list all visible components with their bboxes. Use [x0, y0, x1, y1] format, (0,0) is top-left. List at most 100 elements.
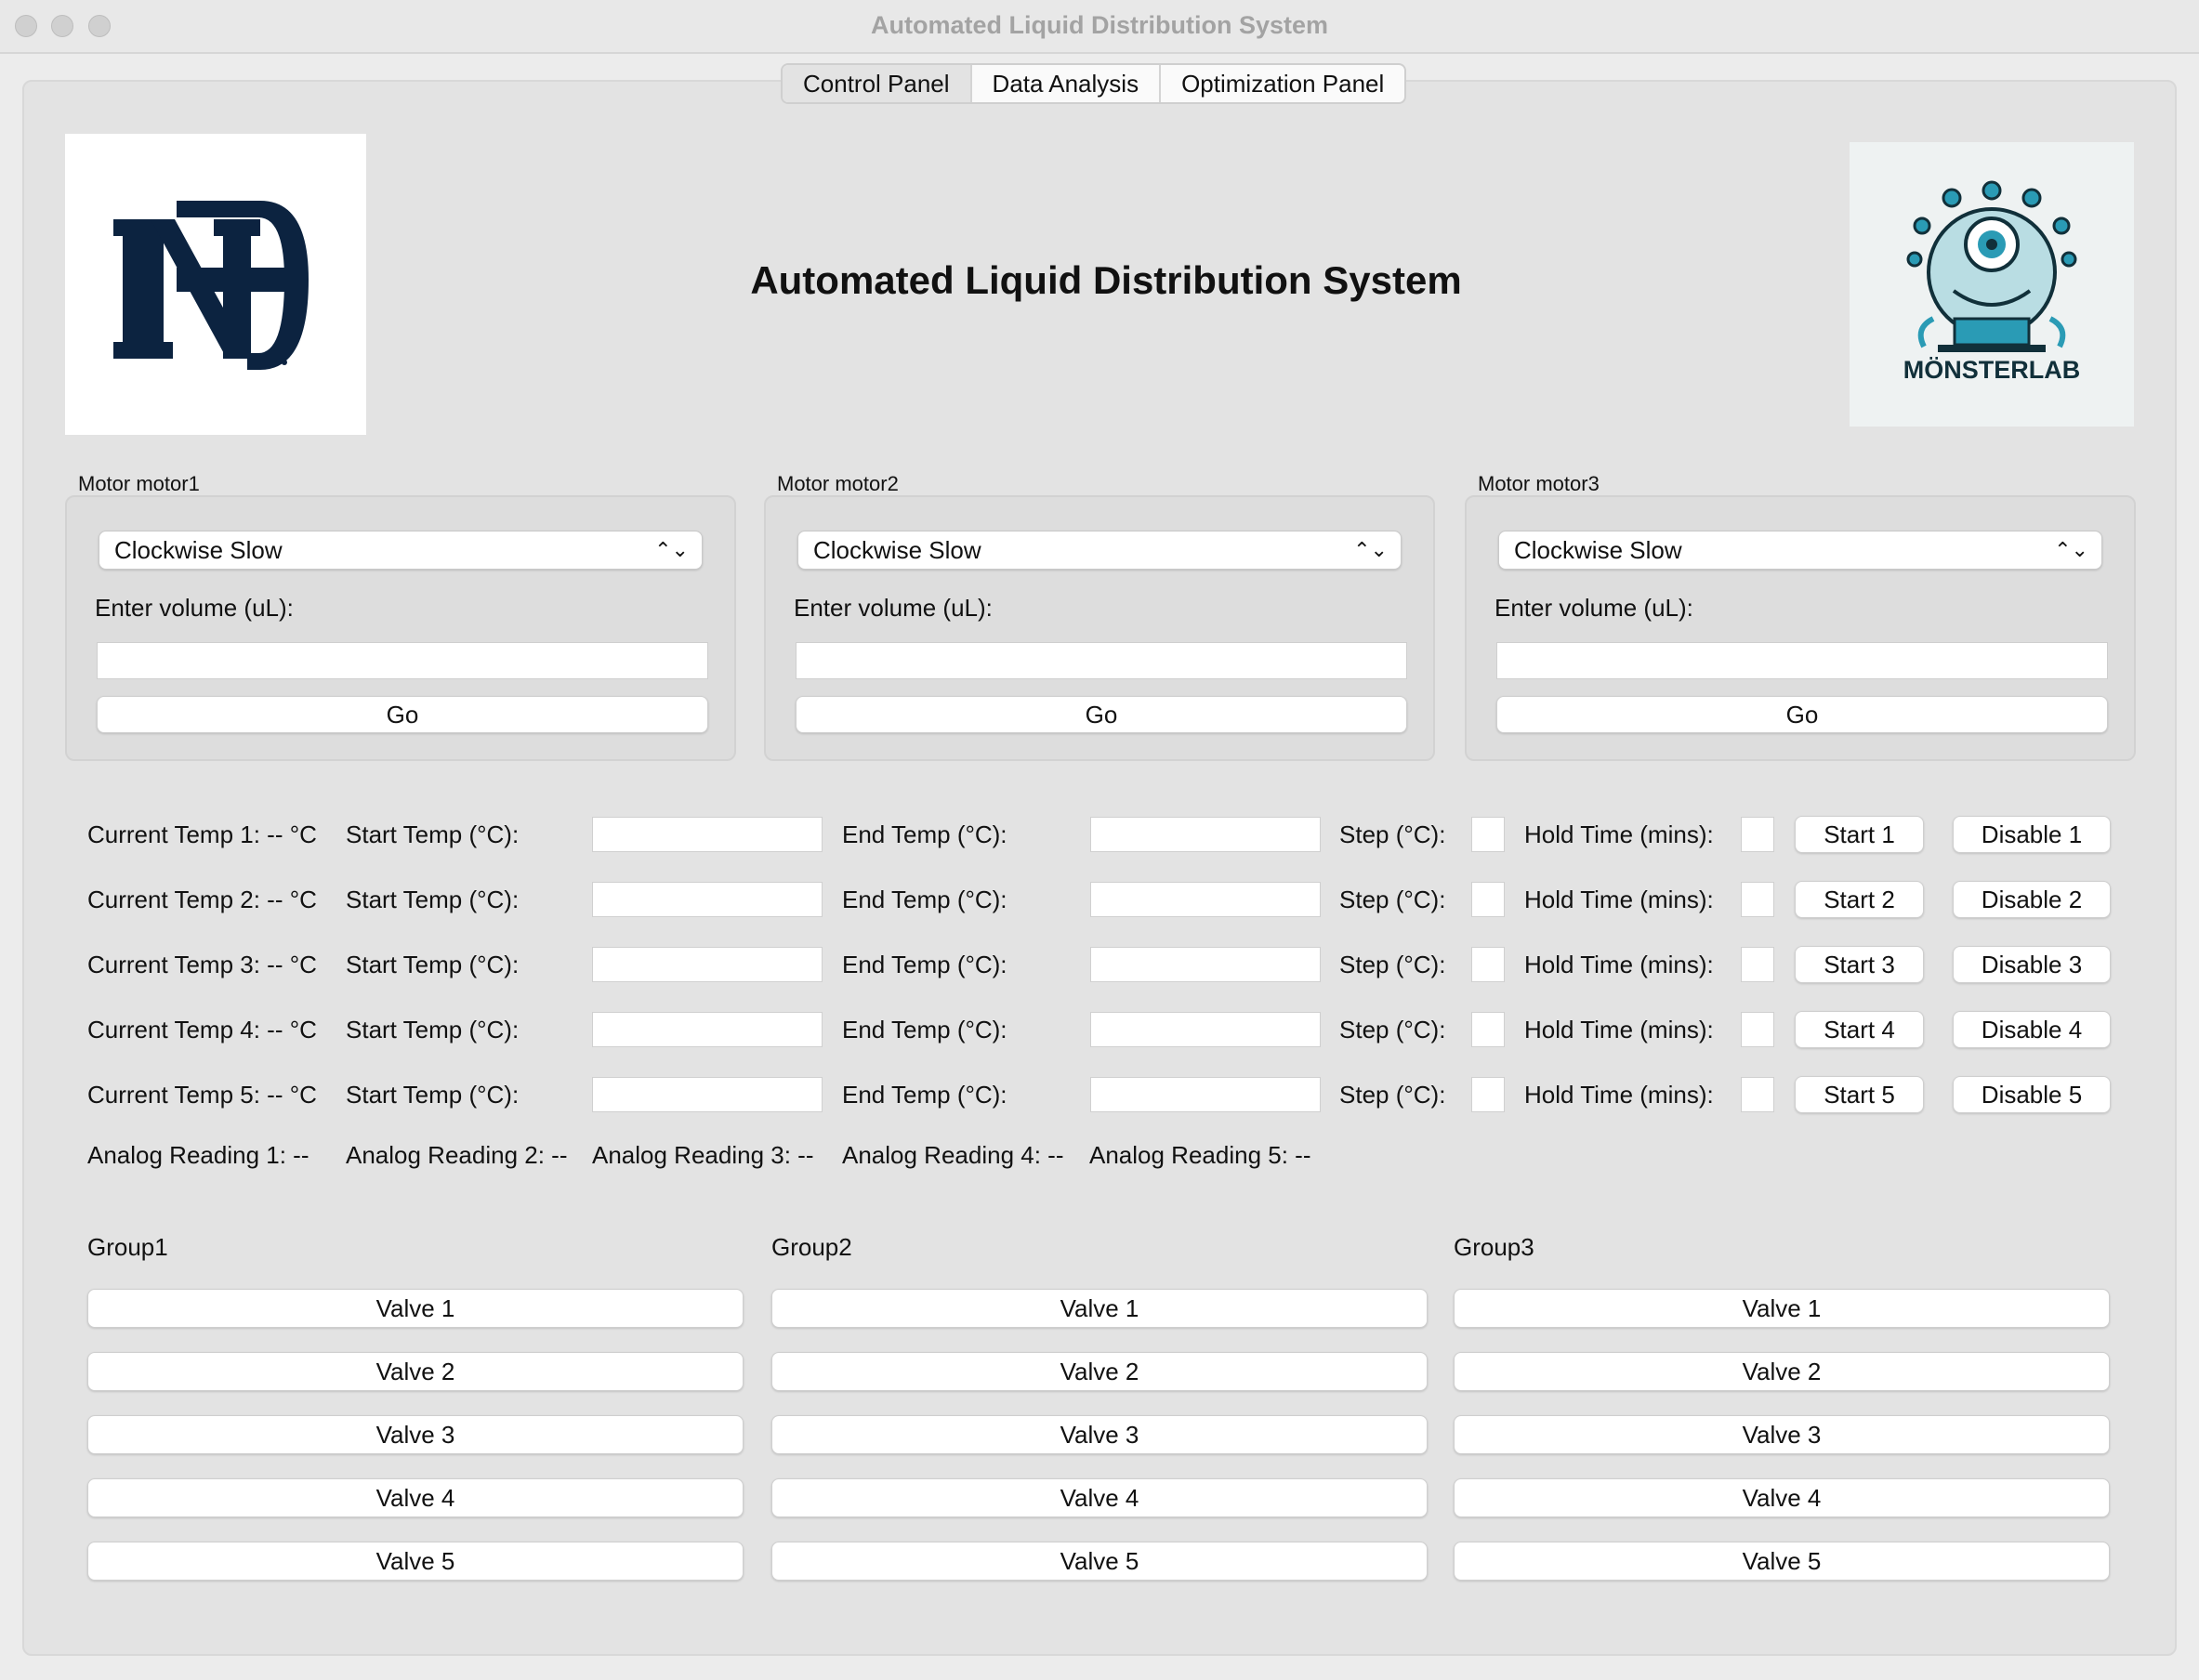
start-temp-input-4[interactable]	[592, 1012, 823, 1047]
group-2-valve-2-button[interactable]: Valve 2	[771, 1352, 1428, 1391]
hold-time-label-5: Hold Time (mins):	[1524, 1081, 1714, 1109]
step-label-5: Step (°C):	[1339, 1081, 1446, 1109]
analog-reading-2: Analog Reading 2: --	[346, 1141, 568, 1169]
motor-3-label: Motor motor3	[1478, 472, 1600, 495]
step-label-3: Step (°C):	[1339, 951, 1446, 978]
motor-3-direction-value: Clockwise Slow	[1514, 536, 1682, 564]
start-button-2[interactable]: Start 2	[1795, 881, 1924, 918]
motor-3-volume-input[interactable]	[1496, 642, 2108, 679]
group-2-label: Group2	[771, 1233, 852, 1261]
step-label-4: Step (°C):	[1339, 1016, 1446, 1043]
group-3-valve-1-button[interactable]: Valve 1	[1454, 1289, 2110, 1328]
start-temp-label-3: Start Temp (°C):	[346, 951, 520, 978]
end-temp-label-5: End Temp (°C):	[842, 1081, 1007, 1109]
start-button-3[interactable]: Start 3	[1795, 946, 1924, 983]
motor-2-group: Clockwise Slow ⌃⌄ Enter volume (uL): Go	[764, 495, 1435, 761]
motor-2-go-button[interactable]: Go	[796, 696, 1407, 733]
motor-2-direction-select[interactable]: Clockwise Slow ⌃⌄	[797, 531, 1402, 570]
end-temp-input-3[interactable]	[1090, 947, 1321, 982]
end-temp-label-1: End Temp (°C):	[842, 820, 1007, 848]
motor-2-volume-label: Enter volume (uL):	[794, 594, 993, 622]
motor-1-volume-input[interactable]	[97, 642, 708, 679]
end-temp-input-5[interactable]	[1090, 1077, 1321, 1112]
start-button-5[interactable]: Start 5	[1795, 1076, 1924, 1113]
start-button-1[interactable]: Start 1	[1795, 816, 1924, 853]
hold-time-input-4[interactable]	[1741, 1012, 1774, 1047]
end-temp-input-1[interactable]	[1090, 817, 1321, 852]
start-temp-input-1[interactable]	[592, 817, 823, 852]
current-temp-2: Current Temp 2: -- °C	[87, 886, 317, 913]
step-input-3[interactable]	[1471, 947, 1505, 982]
group-3-valve-2-button[interactable]: Valve 2	[1454, 1352, 2110, 1391]
disable-button-3[interactable]: Disable 3	[1953, 946, 2111, 983]
motor-1-label: Motor motor1	[78, 472, 200, 495]
step-label-1: Step (°C):	[1339, 820, 1446, 848]
analog-reading-1: Analog Reading 1: --	[87, 1141, 309, 1169]
motor-2-direction-value: Clockwise Slow	[813, 536, 981, 564]
step-input-1[interactable]	[1471, 817, 1505, 852]
end-temp-label-4: End Temp (°C):	[842, 1016, 1007, 1043]
tab-optimization-panel[interactable]: Optimization Panel	[1161, 65, 1404, 102]
hold-time-input-5[interactable]	[1741, 1077, 1774, 1112]
motor-1-direction-value: Clockwise Slow	[114, 536, 283, 564]
motor-1-direction-select[interactable]: Clockwise Slow ⌃⌄	[99, 531, 703, 570]
group-1-valve-3-button[interactable]: Valve 3	[87, 1415, 744, 1454]
end-temp-label-2: End Temp (°C):	[842, 886, 1007, 913]
group-1-valve-4-button[interactable]: Valve 4	[87, 1478, 744, 1517]
start-temp-label-1: Start Temp (°C):	[346, 820, 520, 848]
group-2-valve-4-button[interactable]: Valve 4	[771, 1478, 1428, 1517]
current-temp-4: Current Temp 4: -- °C	[87, 1016, 317, 1043]
motor-3-volume-label: Enter volume (uL):	[1495, 594, 1693, 622]
group-2-valve-5-button[interactable]: Valve 5	[771, 1542, 1428, 1581]
analog-reading-5: Analog Reading 5: --	[1089, 1141, 1311, 1169]
window-title: Automated Liquid Distribution System	[870, 11, 1328, 39]
group-3-label: Group3	[1454, 1233, 1534, 1261]
tab-data-analysis[interactable]: Data Analysis	[972, 65, 1162, 102]
end-temp-input-4[interactable]	[1090, 1012, 1321, 1047]
disable-button-1[interactable]: Disable 1	[1953, 816, 2111, 853]
end-temp-input-2[interactable]	[1090, 882, 1321, 917]
current-temp-5: Current Temp 5: -- °C	[87, 1081, 317, 1109]
start-temp-label-5: Start Temp (°C):	[346, 1081, 520, 1109]
group-3-valve-4-button[interactable]: Valve 4	[1454, 1478, 2110, 1517]
tab-control-panel[interactable]: Control Panel	[783, 65, 972, 102]
start-temp-input-2[interactable]	[592, 882, 823, 917]
hold-time-input-1[interactable]	[1741, 817, 1774, 852]
hold-time-input-3[interactable]	[1741, 947, 1774, 982]
current-temp-3: Current Temp 3: -- °C	[87, 951, 317, 978]
current-temp-1: Current Temp 1: -- °C	[87, 820, 317, 848]
monsterlab-wordmark: MÖNSTERLAB	[1903, 356, 2081, 384]
motor-2-volume-input[interactable]	[796, 642, 1407, 679]
motor-3-go-button[interactable]: Go	[1496, 696, 2108, 733]
hold-time-label-4: Hold Time (mins):	[1524, 1016, 1714, 1043]
step-input-5[interactable]	[1471, 1077, 1505, 1112]
group-2-valve-1-button[interactable]: Valve 1	[771, 1289, 1428, 1328]
analog-reading-3: Analog Reading 3: --	[592, 1141, 814, 1169]
start-temp-input-3[interactable]	[592, 947, 823, 982]
start-temp-label-2: Start Temp (°C):	[346, 886, 520, 913]
group-1-valve-5-button[interactable]: Valve 5	[87, 1542, 744, 1581]
group-3-valve-5-button[interactable]: Valve 5	[1454, 1542, 2110, 1581]
group-2-valve-3-button[interactable]: Valve 3	[771, 1415, 1428, 1454]
tab-bar: Control Panel Data Analysis Optimization…	[781, 63, 1407, 104]
disable-button-5[interactable]: Disable 5	[1953, 1076, 2111, 1113]
disable-button-2[interactable]: Disable 2	[1953, 881, 2111, 918]
group-1-valve-1-button[interactable]: Valve 1	[87, 1289, 744, 1328]
group-1-valve-2-button[interactable]: Valve 2	[87, 1352, 744, 1391]
step-input-2[interactable]	[1471, 882, 1505, 917]
motor-3-direction-select[interactable]: Clockwise Slow ⌃⌄	[1498, 531, 2102, 570]
group-3-valve-3-button[interactable]: Valve 3	[1454, 1415, 2110, 1454]
motor-1-group: Clockwise Slow ⌃⌄ Enter volume (uL): Go	[65, 495, 736, 761]
monsterlab-logo: MÖNSTERLAB	[1850, 142, 2134, 427]
analog-reading-4: Analog Reading 4: --	[842, 1141, 1064, 1169]
hold-time-label-3: Hold Time (mins):	[1524, 951, 1714, 978]
hold-time-label-1: Hold Time (mins):	[1524, 820, 1714, 848]
start-temp-input-5[interactable]	[592, 1077, 823, 1112]
start-button-4[interactable]: Start 4	[1795, 1011, 1924, 1048]
motor-1-go-button[interactable]: Go	[97, 696, 708, 733]
disable-button-4[interactable]: Disable 4	[1953, 1011, 2111, 1048]
hold-time-input-2[interactable]	[1741, 882, 1774, 917]
app-window: Automated Liquid Distribution System Con…	[0, 0, 2199, 1680]
step-input-4[interactable]	[1471, 1012, 1505, 1047]
motor-3-group: Clockwise Slow ⌃⌄ Enter volume (uL): Go	[1465, 495, 2136, 761]
